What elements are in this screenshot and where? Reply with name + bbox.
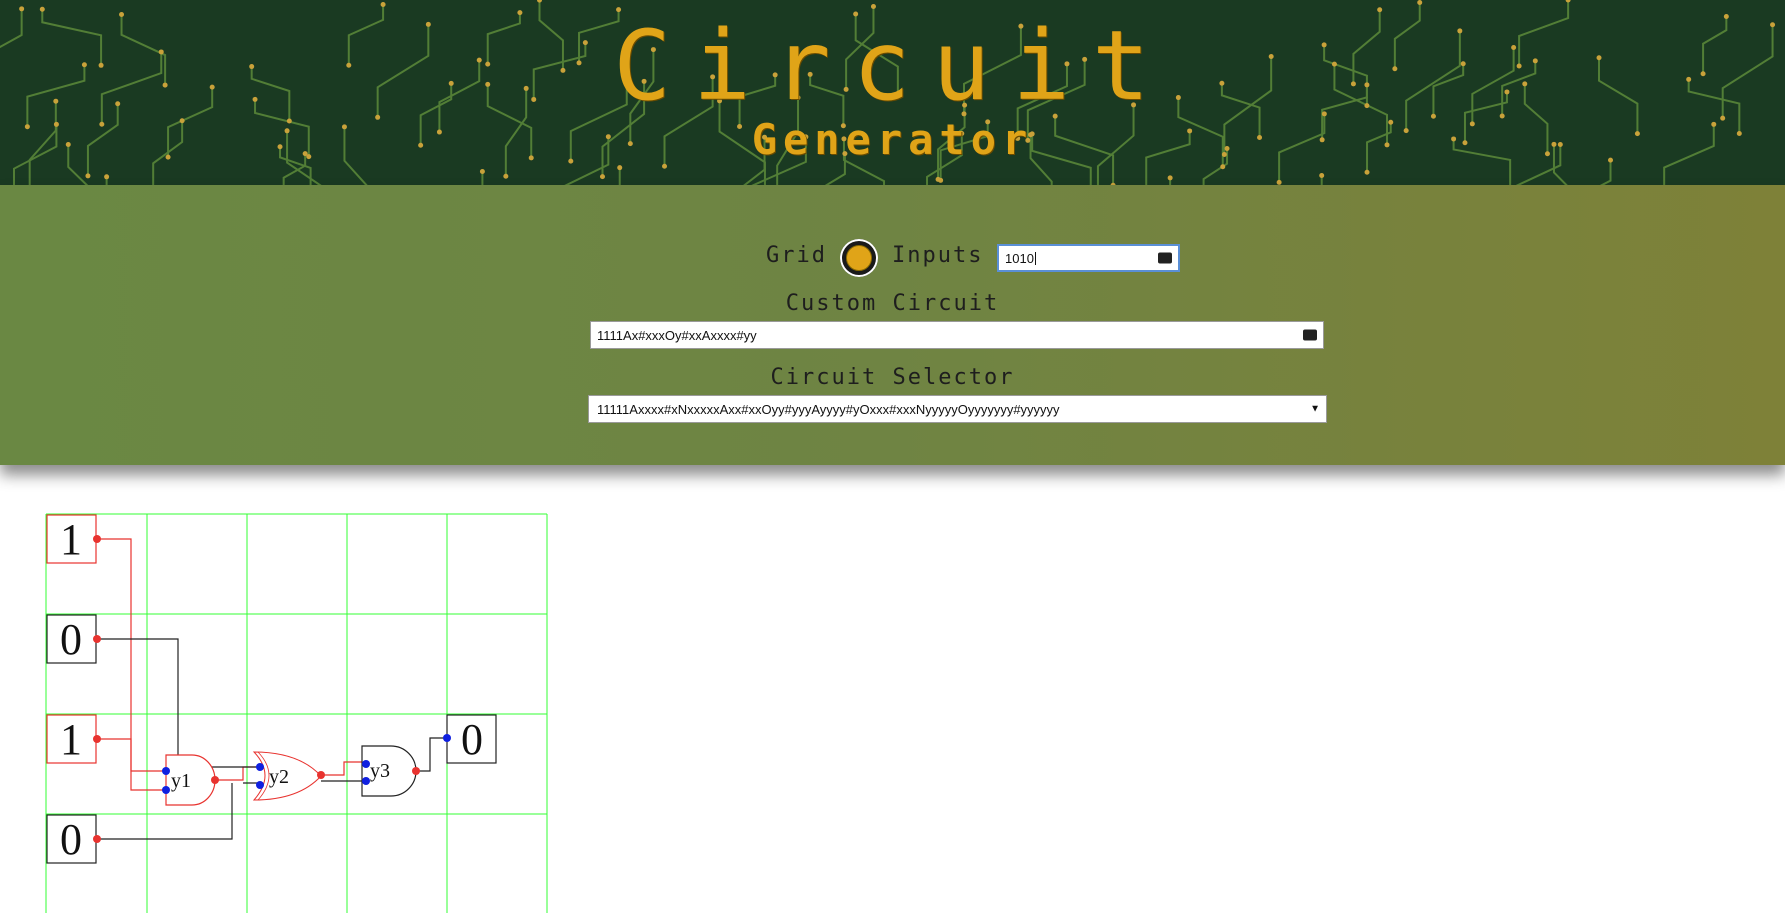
input-pin — [162, 786, 170, 794]
input-pin — [256, 781, 264, 789]
input-value: 1 — [60, 515, 82, 564]
ellipsis-icon[interactable] — [1158, 247, 1172, 264]
input-value: 1 — [60, 715, 82, 764]
mode-row: Grid Inputs 1010 — [0, 213, 1785, 277]
output-pin — [317, 771, 325, 779]
output-pin — [93, 535, 101, 543]
output-box: 0 — [446, 714, 497, 764]
page-title: Circuit — [613, 10, 1172, 122]
custom-circuit-field[interactable]: 1111Ax#xxxOy#xxAxxxx#yy — [590, 321, 1324, 349]
output-pin — [93, 735, 101, 743]
grid-inputs-toggle[interactable] — [840, 239, 878, 277]
input-pin — [362, 760, 370, 768]
output-pin — [211, 776, 219, 784]
circuit-diagram: 1 0 1 0 y1 y2 y3 0 — [44, 512, 549, 913]
input-value: 0 — [60, 615, 82, 664]
gate-y1: y1 — [165, 754, 216, 806]
grid — [45, 513, 548, 913]
grid-label: Grid — [766, 243, 827, 268]
input-pin — [162, 767, 170, 775]
custom-circuit-label: Custom Circuit — [785, 291, 1000, 316]
output-value: 0 — [461, 715, 483, 764]
control-panel: Grid Inputs 1010 Custom Circuit 1111Ax#x… — [0, 185, 1785, 465]
output-pin — [412, 767, 420, 775]
gate-y3: y3 — [361, 745, 417, 797]
output-pin — [93, 635, 101, 643]
gate-label: y1 — [171, 770, 191, 792]
inputs-field[interactable]: 1010 — [997, 244, 1180, 272]
radio-toggle-icon — [846, 245, 872, 271]
custom-circuit-value: 1111Ax#xxxOy#xxAxxxx#yy — [597, 327, 757, 343]
circuit-selector-label: Circuit Selector — [770, 365, 1015, 390]
inputs-label: Inputs — [892, 243, 984, 268]
circuit-svg: 1 0 1 0 y1 y2 y3 0 — [45, 513, 548, 913]
header-banner: Circuit Generator — [0, 0, 1785, 185]
circuit-selector-value: 11111Axxxx#xNxxxxxAxx#xxOyy#yyyAyyyy#yOx… — [597, 401, 1060, 417]
ellipsis-icon[interactable] — [1303, 324, 1317, 341]
gate-label: y3 — [370, 760, 390, 782]
input-pin — [256, 763, 264, 771]
inputs-field-value: 1010 — [1005, 250, 1034, 266]
page-subtitle: Generator — [751, 115, 1034, 164]
input-pin — [443, 734, 451, 742]
input-value: 0 — [60, 815, 82, 864]
input-boxes: 1 0 1 0 — [46, 514, 97, 864]
text-caret — [1034, 251, 1036, 265]
circuit-selector-dropdown[interactable]: 11111Axxxx#xNxxxxxAxx#xxOyy#yyyAyyyy#yOx… — [588, 395, 1327, 423]
chevron-down-icon: ▼ — [1310, 403, 1320, 415]
input-pin — [362, 777, 370, 785]
output-pin — [93, 835, 101, 843]
gate-y2: y2 — [252, 751, 322, 801]
gate-label: y2 — [269, 766, 289, 788]
